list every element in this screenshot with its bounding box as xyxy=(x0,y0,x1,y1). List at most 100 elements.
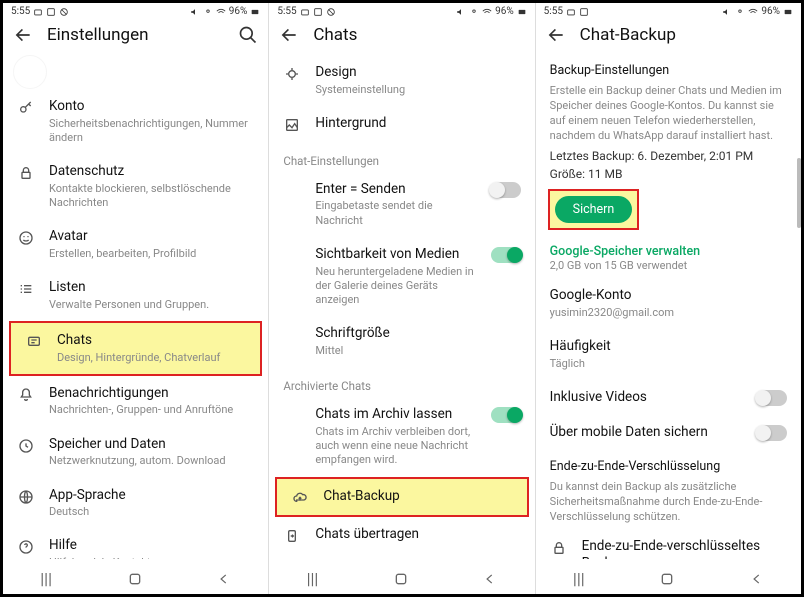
toggle-cellular-backup[interactable] xyxy=(757,425,787,441)
toggle-enter-send[interactable] xyxy=(491,182,521,198)
status-bar: 5:55 96% xyxy=(269,3,534,19)
item-wallpaper[interactable]: Hintergrund xyxy=(269,106,534,142)
item-label: Design xyxy=(315,64,520,82)
header: Chats xyxy=(269,19,534,55)
item-google-account[interactable]: Google-Kontoyusimin2320@gmail.com xyxy=(536,278,801,329)
back-icon[interactable] xyxy=(279,25,299,45)
nav-back[interactable] xyxy=(217,572,231,586)
item-chats[interactable]: ChatsDesign, Hintergründe, Chatverlauf xyxy=(9,321,262,376)
item-include-videos[interactable]: Inklusive Videos xyxy=(536,380,801,416)
backup-button[interactable]: Sichern xyxy=(555,196,633,223)
nav-back[interactable] xyxy=(750,572,764,586)
item-hilfe[interactable]: HilfeHilfebereich, Kontakt, Datenschutzr… xyxy=(3,528,268,559)
item-label: Hintergrund xyxy=(315,115,520,133)
item-label: Chats xyxy=(57,332,246,350)
wifi-icon xyxy=(748,7,758,17)
item-label: Speicher und Daten xyxy=(49,436,254,454)
item-label: Benachrichtigungen xyxy=(49,385,254,403)
status-time: 5:55 xyxy=(277,6,296,17)
back-icon[interactable] xyxy=(546,25,566,45)
e2e-heading: Ende-zu-Ende-Verschlüsselung xyxy=(536,451,801,476)
item-design[interactable]: DesignSystemeinstellung xyxy=(269,55,534,106)
nav-bar: ||| xyxy=(269,559,534,594)
item-sublabel: Mittel xyxy=(315,344,520,358)
item-media-visibility[interactable]: Sichtbarkeit von MedienNeu heruntergelad… xyxy=(269,237,534,316)
nav-back[interactable] xyxy=(483,572,497,586)
toggle-include-videos[interactable] xyxy=(757,390,787,406)
key-icon xyxy=(17,98,35,116)
section-archived: Archivierte Chats xyxy=(269,367,534,397)
toggle-keep-archived[interactable] xyxy=(491,407,521,423)
item-label: Sichtbarkeit von Medien xyxy=(315,246,476,264)
battery-icon xyxy=(783,7,793,17)
item-chat-backup[interactable]: Chat-Backup xyxy=(275,477,528,517)
settings-pane: 5:55 96% Einstellungen KontoSicherheitsb… xyxy=(3,3,269,594)
back-icon[interactable] xyxy=(13,25,33,45)
location-icon xyxy=(735,7,745,17)
item-benachrichtigungen[interactable]: BenachrichtigungenNachrichten-, Gruppen-… xyxy=(3,376,268,427)
camera-icon xyxy=(33,7,43,17)
item-label: Datenschutz xyxy=(49,163,254,181)
item-konto[interactable]: KontoSicherheitsbenachrichtigungen, Numm… xyxy=(3,89,268,154)
header: Einstellungen xyxy=(3,19,268,55)
image-icon xyxy=(579,7,589,17)
item-listen[interactable]: ListenVerwalte Personen und Gruppen. xyxy=(3,270,268,321)
backup-settings-heading: Backup-Einstellungen xyxy=(536,55,801,80)
item-font-size[interactable]: SchriftgrößeMittel xyxy=(269,316,534,367)
nav-recent[interactable]: ||| xyxy=(307,569,319,588)
wifi-icon xyxy=(482,7,492,17)
backup-button-highlight: Sichern xyxy=(548,189,640,230)
item-label: Chats im Archiv lassen xyxy=(315,406,476,424)
nav-recent[interactable]: ||| xyxy=(573,569,585,588)
image-icon xyxy=(313,7,323,17)
item-transfer[interactable]: Chats übertragen xyxy=(269,517,534,553)
mute-icon xyxy=(722,7,732,17)
item-sublabel: Eingabetaste sendet die Nachricht xyxy=(315,199,476,228)
nav-recent[interactable]: ||| xyxy=(40,569,52,588)
toggle-media-visibility[interactable] xyxy=(491,247,521,263)
item-e2e-backup[interactable]: Ende-zu-Ende-verschlüsseltes BackupAus xyxy=(536,529,801,559)
item-datenschutz[interactable]: DatenschutzKontakte blockieren, selbstlö… xyxy=(3,154,268,219)
theme-icon xyxy=(283,64,301,82)
backup-pane: 5:55 96% Chat-Backup Backup-Einstellunge… xyxy=(536,3,801,594)
manage-storage-link[interactable]: Google-Speicher verwalten xyxy=(536,236,801,259)
lock-icon xyxy=(17,163,35,181)
item-sprache[interactable]: App-SpracheDeutsch xyxy=(3,478,268,529)
item-keep-archived[interactable]: Chats im Archiv lassenChats im Archiv ve… xyxy=(269,397,534,476)
item-frequency[interactable]: HäufigkeitTäglich xyxy=(536,329,801,380)
item-label: Enter = Senden xyxy=(315,181,476,199)
scrollbar[interactable] xyxy=(797,158,801,228)
nav-home[interactable] xyxy=(127,571,143,587)
mute-icon xyxy=(456,7,466,17)
item-sublabel: Kontakte blockieren, selbstlöschende Nac… xyxy=(49,182,254,211)
block-icon xyxy=(326,7,336,17)
item-sublabel: Design, Hintergründe, Chatverlauf xyxy=(57,351,246,365)
camera-icon xyxy=(566,7,576,17)
image-icon xyxy=(46,7,56,17)
block-icon xyxy=(59,7,69,17)
storage-usage: 2,0 GB von 15 GB verwendet xyxy=(536,259,801,278)
item-avatar[interactable]: AvatarErstellen, bearbeiten, Profilbild xyxy=(3,219,268,270)
nav-home[interactable] xyxy=(659,571,675,587)
item-label: Ende-zu-Ende-verschlüsseltes Backup xyxy=(582,538,787,559)
status-bar: 5:55 96% xyxy=(3,3,268,19)
item-sublabel: Neu heruntergeladene Medien in der Galer… xyxy=(315,265,476,308)
chats-pane: 5:55 96% Chats DesignSystemeinstellung H… xyxy=(269,3,535,594)
avatar[interactable] xyxy=(13,55,47,89)
item-sublabel: Sicherheitsbenachrichtigungen, Nummer än… xyxy=(49,117,254,146)
backup-size: Größe: 11 MB xyxy=(536,165,801,183)
status-time: 5:55 xyxy=(544,6,563,17)
last-backup: Letztes Backup: 6. Dezember, 2:01 PM xyxy=(536,147,801,165)
item-label: Inklusive Videos xyxy=(550,389,743,407)
item-cellular-backup[interactable]: Über mobile Daten sichern xyxy=(536,415,801,451)
page-title: Chats xyxy=(313,25,524,45)
battery-icon xyxy=(250,7,260,17)
item-sublabel: Systemeinstellung xyxy=(315,83,520,97)
item-label: Häufigkeit xyxy=(550,338,787,356)
nav-home[interactable] xyxy=(393,571,409,587)
item-speicher[interactable]: Speicher und DatenNetzwerknutzung, autom… xyxy=(3,427,268,478)
chat-icon xyxy=(25,332,43,350)
status-bar: 5:55 96% xyxy=(536,3,801,19)
item-enter-send[interactable]: Enter = SendenEingabetaste sendet die Na… xyxy=(269,172,534,237)
search-icon[interactable] xyxy=(238,25,258,45)
